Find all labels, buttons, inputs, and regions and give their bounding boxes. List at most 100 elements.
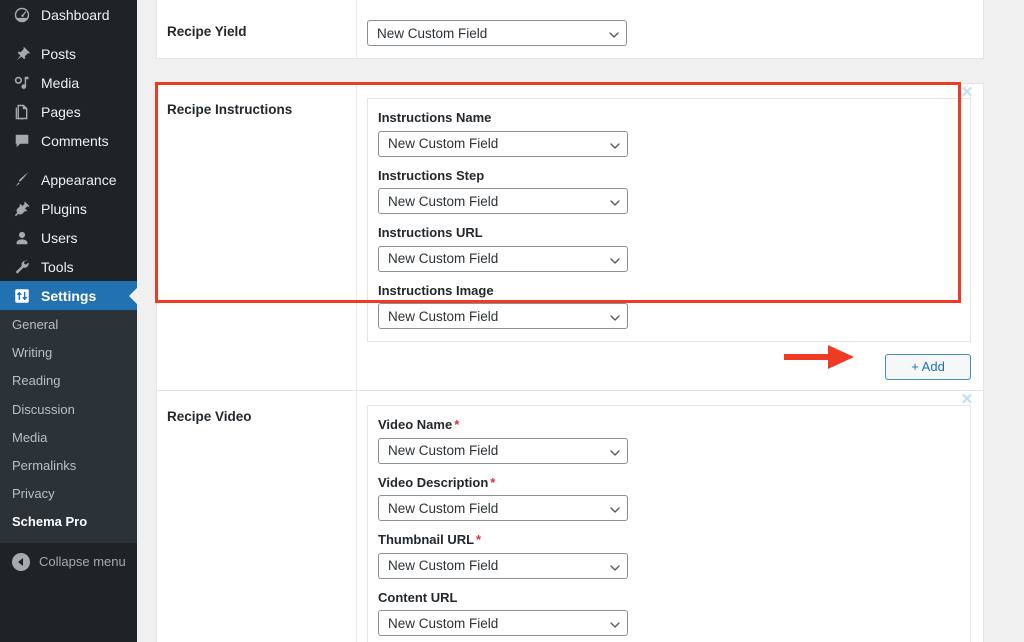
recipe-video-label: Recipe Video [167, 409, 252, 424]
sidebar-item-settings[interactable]: Settings [0, 281, 137, 310]
submenu-item-writing[interactable]: Writing [0, 339, 137, 367]
field-label-text: Instructions URL [378, 225, 483, 240]
field-label-text: Video Name [378, 417, 452, 432]
card-recipe-instructions: Recipe Instructions ✕ Instructions NameN… [156, 83, 984, 393]
instructions-field-label: Instructions Image [378, 283, 960, 299]
sidebar-item-label: Dashboard [41, 8, 110, 22]
sidebar-item-dashboard[interactable]: Dashboard [0, 0, 137, 29]
instructions-field-label: Instructions URL [378, 225, 960, 241]
recipe-yield-label: Recipe Yield [167, 24, 247, 39]
submenu-item-permalinks[interactable]: Permalinks [0, 452, 137, 480]
chevron-down-icon [610, 313, 619, 322]
instructions-field-select[interactable]: New Custom Field [378, 188, 628, 214]
plugins-plug-icon [12, 199, 32, 219]
sidebar-item-pages[interactable]: Pages [0, 97, 137, 126]
sidebar-item-label: Pages [41, 105, 81, 119]
select-value: New Custom Field [388, 501, 498, 516]
sidebar-item-label: Posts [41, 47, 76, 61]
submenu-item-reading[interactable]: Reading [0, 367, 137, 395]
row-recipe-instructions: Recipe Instructions ✕ Instructions NameN… [157, 84, 983, 392]
video-repeater: ✕ Video Name*New Custom FieldVideo Descr… [367, 405, 971, 642]
sidebar-item-tools[interactable]: Tools [0, 252, 137, 281]
admin-sidebar: Dashboard Posts Media Pages Comments Appearan… [0, 0, 137, 642]
sidebar-item-label: Plugins [41, 202, 87, 216]
instructions-field: Instructions URL New Custom Field [378, 225, 960, 272]
row-recipe-ingredients: Recipe Ingredients i New Custom Field [157, 0, 983, 10]
required-asterisk: * [476, 532, 481, 547]
chevron-down-icon [610, 141, 619, 150]
row-label-recipe-yield: Recipe Yield [157, 10, 357, 58]
sidebar-item-label: Settings [41, 289, 96, 303]
video-field-select[interactable]: New Custom Field [378, 553, 628, 579]
card-top-fields: Recipe Ingredients i New Custom Field [156, 0, 984, 59]
row-label-recipe-instructions: Recipe Instructions [157, 84, 357, 392]
chevron-down-icon [610, 620, 619, 629]
video-field: Thumbnail URL* New Custom Field [378, 532, 960, 579]
submenu-item-schema-pro[interactable]: Schema Pro [0, 508, 137, 536]
submenu-item-discussion[interactable]: Discussion [0, 396, 137, 424]
submenu-item-media[interactable]: Media [0, 424, 137, 452]
settings-sliders-icon [12, 286, 32, 306]
comments-icon [12, 131, 32, 151]
field-label-text: Thumbnail URL [378, 532, 474, 547]
dashboard-icon [12, 5, 32, 25]
select-value: New Custom Field [388, 443, 498, 458]
sidebar-item-plugins[interactable]: Plugins [0, 194, 137, 223]
row-body-recipe-video: ✕ Video Name*New Custom FieldVideo Descr… [357, 391, 983, 642]
sidebar-item-label: Appearance [41, 173, 117, 187]
pages-icon [12, 102, 32, 122]
row-recipe-yield: Recipe Yield New Custom Field [157, 10, 983, 58]
video-field-select[interactable]: New Custom Field [378, 438, 628, 464]
submenu-item-privacy[interactable]: Privacy [0, 480, 137, 508]
sidebar-item-label: Tools [41, 260, 74, 274]
collapse-menu-button[interactable]: Collapse menu [0, 545, 137, 579]
chevron-down-icon [610, 505, 619, 514]
row-label-recipe-video: Recipe Video [157, 391, 357, 642]
row-label-recipe-ingredients: Recipe Ingredients i [157, 0, 357, 10]
appearance-brush-icon [12, 170, 32, 190]
recipe-instructions-label: Recipe Instructions [167, 102, 292, 117]
instructions-field-label: Instructions Name [378, 110, 960, 126]
chevron-down-icon [610, 198, 619, 207]
instructions-field-select[interactable]: New Custom Field [378, 131, 628, 157]
select-value: New Custom Field [388, 194, 498, 209]
required-asterisk: * [490, 475, 495, 490]
instructions-field-label: Instructions Step [378, 168, 960, 184]
instructions-field: Instructions Name New Custom Field [378, 110, 960, 157]
sidebar-item-posts[interactable]: Posts [0, 39, 137, 68]
select-value: New Custom Field [388, 251, 498, 266]
field-label-text: Content URL [378, 590, 457, 605]
pin-icon [12, 44, 32, 64]
media-icon [12, 73, 32, 93]
video-field: Video Description* New Custom Field [378, 475, 960, 522]
submenu-item-general[interactable]: General [0, 311, 137, 339]
instructions-repeater: ✕ Instructions NameNew Custom FieldInstr… [367, 98, 971, 380]
video-panel: Video Name*New Custom FieldVideo Descrip… [367, 405, 971, 642]
row-body-recipe-ingredients: New Custom Field [357, 0, 983, 10]
video-field-label: Thumbnail URL* [378, 532, 960, 548]
sidebar-item-users[interactable]: Users [0, 223, 137, 252]
instructions-field-select[interactable]: New Custom Field [378, 246, 628, 272]
chevron-down-icon [609, 30, 618, 39]
card-recipe-video: Recipe Video ✕ Video Name*New Custom Fie… [156, 390, 984, 642]
chevron-down-icon [610, 256, 619, 265]
collapse-menu-label: Collapse menu [39, 554, 126, 569]
video-field-select[interactable]: New Custom Field [378, 610, 628, 636]
sidebar-item-appearance[interactable]: Appearance [0, 165, 137, 194]
add-instruction-button[interactable]: + Add [885, 354, 971, 380]
field-label-text: Video Description [378, 475, 488, 490]
sidebar-divider [0, 155, 137, 165]
instructions-field: Instructions Image New Custom Field [378, 283, 960, 330]
video-field-label: Content URL [378, 590, 960, 606]
instructions-field-select[interactable]: New Custom Field [378, 303, 628, 329]
video-field-select[interactable]: New Custom Field [378, 495, 628, 521]
row-body-recipe-yield: New Custom Field [357, 10, 983, 58]
sidebar-item-comments[interactable]: Comments [0, 126, 137, 155]
recipe-yield-select[interactable]: New Custom Field [367, 20, 627, 46]
video-field: Content URL New Custom Field [378, 590, 960, 637]
sidebar-item-media[interactable]: Media [0, 68, 137, 97]
tools-wrench-icon [12, 257, 32, 277]
row-body-recipe-instructions: ✕ Instructions NameNew Custom FieldInstr… [357, 84, 983, 392]
row-recipe-video: Recipe Video ✕ Video Name*New Custom Fie… [157, 391, 983, 642]
video-field-label: Video Name* [378, 417, 960, 433]
